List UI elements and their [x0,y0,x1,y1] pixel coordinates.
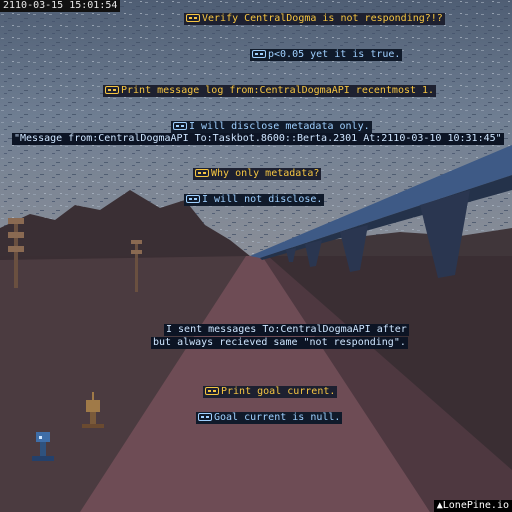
narration-line: but always recieved same "not responding… [151,337,408,349]
human-icon [186,14,200,22]
message-log-entry: "Message from:CentralDogmaAPI To:Taskbot… [12,133,504,145]
dialogue-line-human: Print goal current. [203,386,338,398]
human-icon [195,169,209,177]
dialogue-line-robot: I will not disclose. [184,194,325,206]
human-icon [205,387,219,395]
dialogue-line-robot: Goal current is null. [196,412,343,424]
human-icon [105,86,119,94]
dialogue-line-human: Verify CentralDogma is not responding?!? [184,13,445,25]
robot-icon [252,50,266,58]
game-scene: 2110-03-15 15:01:54 Verify CentralDogma … [0,0,512,512]
dialogue-line-robot: I will disclose metadata only. [171,121,372,133]
dialogue-line-robot: p<0.05 yet it is true. [250,49,403,61]
narration-line: I sent messages To:CentralDogmaAPI after [164,324,409,336]
dialogue-line-human: Print message log from:CentralDogmaAPI r… [103,85,437,97]
background-scene [0,0,512,512]
robot-icon [186,195,200,203]
timestamp-hud: 2110-03-15 15:01:54 [0,0,121,12]
dialogue-line-human: Why only metadata? [193,168,322,180]
robot-icon [198,413,212,421]
watermark: ▲LonePine.io [433,500,512,512]
robot-icon [173,122,187,130]
